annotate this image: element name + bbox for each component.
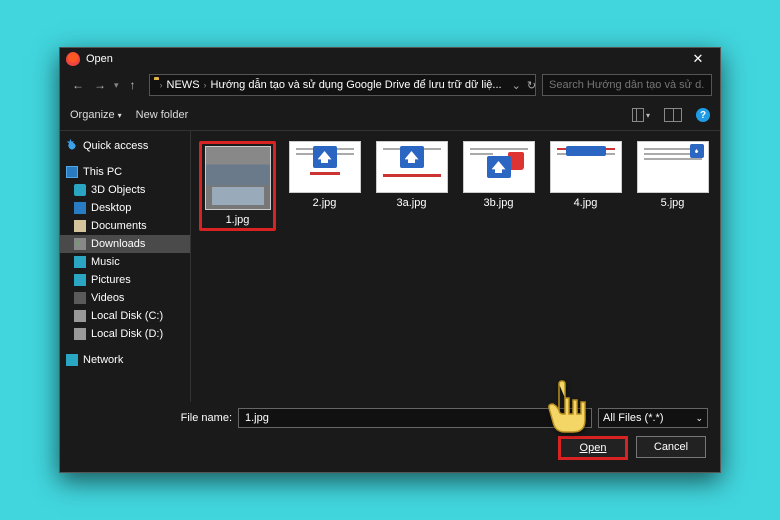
- sidebar-item-documents[interactable]: Documents: [60, 217, 190, 235]
- file-name: 3b.jpg: [484, 197, 514, 209]
- sidebar-item-label: This PC: [83, 166, 122, 178]
- sidebar-quick-access[interactable]: Quick access: [60, 137, 190, 155]
- sidebar-item-label: Local Disk (C:): [91, 310, 163, 322]
- open-button[interactable]: Open: [558, 436, 628, 460]
- chevron-down-icon: ⌄: [695, 413, 703, 424]
- chevron-down-icon: ▾: [118, 111, 122, 120]
- thumbnail: [376, 141, 448, 193]
- file-type-label: All Files (*.*): [603, 412, 664, 424]
- open-dialog: Open ✕ ← → ▾ ↑ › NEWS › Hướng dẫn tạo và…: [59, 47, 721, 473]
- disk-icon: [74, 328, 86, 340]
- filename-input[interactable]: [238, 408, 592, 428]
- nav-bar: ← → ▾ ↑ › NEWS › Hướng dẫn tạo và sử dụn…: [60, 70, 720, 100]
- sidebar-this-pc[interactable]: This PC: [60, 163, 190, 181]
- sidebar-item-music[interactable]: Music: [60, 253, 190, 271]
- disk-icon: [74, 310, 86, 322]
- app-icon: [66, 52, 80, 66]
- main-area: Quick access This PC 3D Objects Desktop …: [60, 130, 720, 402]
- file-item[interactable]: 3b.jpg: [460, 141, 537, 231]
- pc-icon: [66, 166, 78, 178]
- sidebar-item-disk-c[interactable]: Local Disk (C:): [60, 307, 190, 325]
- file-name: 4.jpg: [574, 197, 598, 209]
- file-name: 2.jpg: [313, 197, 337, 209]
- chevron-right-icon: ›: [160, 80, 163, 90]
- thumbnail: [205, 146, 271, 210]
- thumbnail: [550, 141, 622, 193]
- crumb-current[interactable]: Hướng dẫn tạo và sử dụng Google Drive để…: [209, 79, 504, 91]
- filename-label: File name:: [72, 412, 232, 424]
- sidebar-item-pictures[interactable]: Pictures: [60, 271, 190, 289]
- file-item[interactable]: 3a.jpg: [373, 141, 450, 231]
- file-list[interactable]: 1.jpg 2.jpg 3a.jpg 3b.jpg 4.jpg: [190, 131, 720, 402]
- chevron-down-icon[interactable]: ⌄: [512, 79, 521, 92]
- file-type-select[interactable]: All Files (*.*) ⌄: [598, 408, 708, 428]
- sidebar-item-label: Network: [83, 354, 123, 366]
- organize-label: Organize: [70, 109, 115, 121]
- forward-button[interactable]: →: [90, 75, 110, 95]
- dialog-footer: File name: All Files (*.*) ⌄ Open Cancel: [60, 402, 720, 472]
- chevron-right-icon: ›: [204, 80, 207, 90]
- refresh-icon[interactable]: ↻: [527, 79, 536, 92]
- sidebar-item-label: Quick access: [83, 140, 148, 152]
- new-folder-button[interactable]: New folder: [136, 109, 189, 121]
- sidebar-item-videos[interactable]: Videos: [60, 289, 190, 307]
- sidebar-network[interactable]: Network: [60, 351, 190, 369]
- file-item[interactable]: 5.jpg: [634, 141, 711, 231]
- thumbnail: [637, 141, 709, 193]
- preview-pane-icon[interactable]: [664, 106, 682, 124]
- search-input[interactable]: [542, 74, 712, 96]
- sidebar: Quick access This PC 3D Objects Desktop …: [60, 131, 190, 402]
- network-icon: [66, 354, 78, 366]
- sidebar-item-label: Pictures: [91, 274, 131, 286]
- sidebar-item-disk-d[interactable]: Local Disk (D:): [60, 325, 190, 343]
- music-icon: [74, 256, 86, 268]
- document-icon: [74, 220, 86, 232]
- file-item[interactable]: 4.jpg: [547, 141, 624, 231]
- file-name: 5.jpg: [661, 197, 685, 209]
- sidebar-item-label: 3D Objects: [91, 184, 145, 196]
- download-icon: [74, 238, 86, 250]
- organize-menu[interactable]: Organize ▾: [70, 109, 122, 121]
- close-icon[interactable]: ✕: [678, 48, 718, 70]
- titlebar: Open ✕: [60, 48, 720, 70]
- back-button[interactable]: ←: [68, 75, 88, 95]
- sidebar-item-label: Music: [91, 256, 120, 268]
- thumbnail: [289, 141, 361, 193]
- help-icon[interactable]: ?: [696, 108, 710, 122]
- sidebar-item-label: Desktop: [91, 202, 131, 214]
- sidebar-item-label: Downloads: [91, 238, 145, 250]
- sidebar-item-label: Local Disk (D:): [91, 328, 163, 340]
- sidebar-item-label: Videos: [91, 292, 124, 304]
- crumb-parent[interactable]: NEWS: [165, 79, 202, 91]
- video-icon: [74, 292, 86, 304]
- picture-icon: [74, 274, 86, 286]
- sidebar-item-label: Documents: [91, 220, 147, 232]
- recent-chevron-icon[interactable]: ▾: [112, 80, 121, 91]
- sidebar-item-3d-objects[interactable]: 3D Objects: [60, 181, 190, 199]
- desktop-icon: [74, 202, 86, 214]
- toolbar: Organize ▾ New folder ▾ ?: [60, 100, 720, 130]
- view-mode-icon[interactable]: ▾: [632, 106, 650, 124]
- sidebar-item-downloads[interactable]: Downloads: [60, 235, 190, 253]
- file-item[interactable]: 1.jpg: [199, 141, 276, 231]
- cube-icon: [74, 184, 86, 196]
- up-button[interactable]: ↑: [123, 75, 143, 95]
- star-icon: [66, 140, 78, 152]
- open-button-label: Open: [580, 442, 607, 454]
- window-title: Open: [86, 53, 113, 65]
- breadcrumb[interactable]: › NEWS › Hướng dẫn tạo và sử dụng Google…: [149, 74, 536, 96]
- sidebar-item-desktop[interactable]: Desktop: [60, 199, 190, 217]
- cancel-button[interactable]: Cancel: [636, 436, 706, 458]
- file-name: 1.jpg: [226, 214, 250, 226]
- file-name: 3a.jpg: [397, 197, 427, 209]
- file-item[interactable]: 2.jpg: [286, 141, 363, 231]
- thumbnail: [463, 141, 535, 193]
